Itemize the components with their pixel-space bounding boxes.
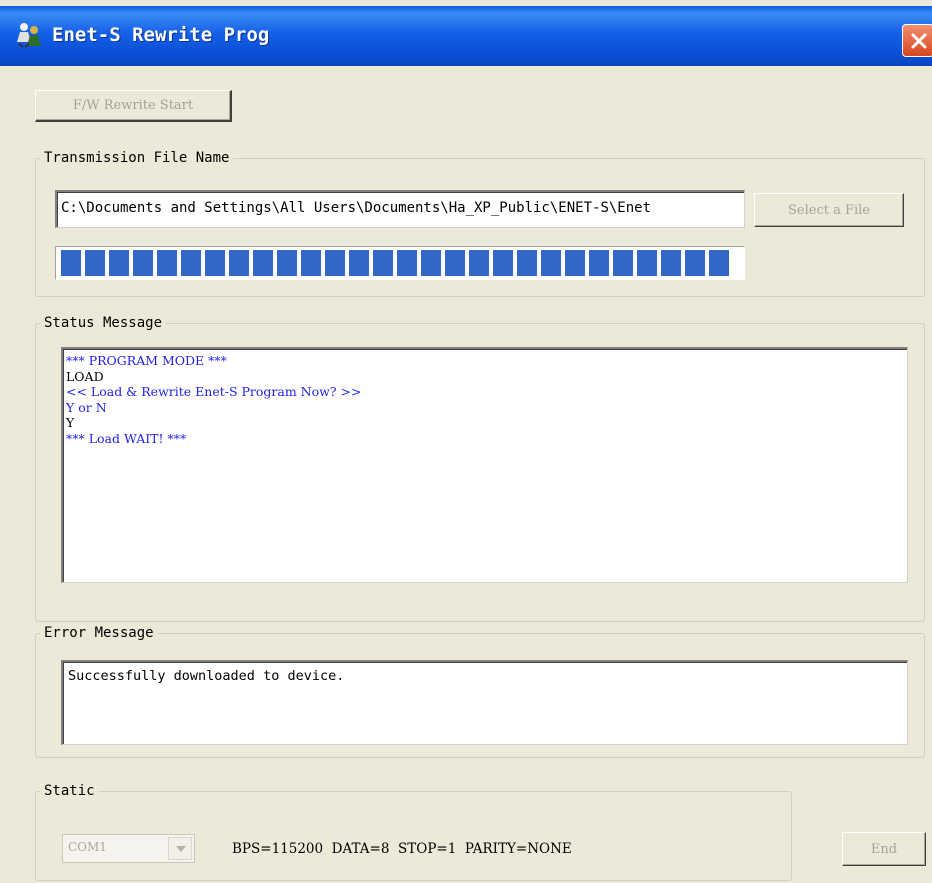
error-text: Successfully downloaded to device.	[68, 668, 345, 684]
progress-segment	[445, 250, 465, 276]
transmission-legend: Transmission File Name	[44, 150, 230, 166]
status-message-box[interactable]: *** PROGRAM MODE *** LOAD << Load & Rewrit…	[61, 347, 908, 583]
title-bar: Enet-S Rewrite Prog	[0, 6, 932, 66]
progress-segment	[277, 250, 297, 276]
progress-segment	[181, 250, 201, 276]
progress-segment	[157, 250, 177, 276]
progress-segment	[637, 250, 657, 276]
status-line: *** Load WAIT! ***	[66, 430, 187, 446]
progress-segment	[109, 250, 129, 276]
progress-segment	[133, 250, 153, 276]
com-port-value: COM1	[68, 840, 107, 854]
close-icon	[911, 33, 927, 49]
error-message-box[interactable]: Successfully downloaded to device.	[61, 660, 908, 745]
combo-dropdown-button[interactable]	[168, 837, 192, 860]
progress-segment	[661, 250, 681, 276]
serial-settings-text: BPS=115200 DATA=8 STOP=1 PARITY=NONE	[232, 841, 572, 857]
progress-segment	[565, 250, 585, 276]
com-port-select[interactable]: COM1	[62, 834, 195, 863]
status-line: *** PROGRAM MODE ***	[66, 353, 227, 368]
status-line: Y	[66, 415, 75, 430]
progress-segment	[349, 250, 369, 276]
progress-segment	[421, 250, 441, 276]
progress-segment	[301, 250, 321, 276]
progress-segment	[229, 250, 249, 276]
static-legend: Static	[44, 783, 95, 799]
progress-segment	[325, 250, 345, 276]
progress-segment	[373, 250, 393, 276]
window-title: Enet-S Rewrite Prog	[52, 24, 270, 46]
progress-segment	[61, 250, 81, 276]
progress-fill	[61, 250, 741, 276]
progress-segment	[205, 250, 225, 276]
select-file-button[interactable]: Select a File	[754, 193, 904, 227]
static-group: Static	[35, 783, 792, 881]
file-path-field[interactable]: C:\Documents and Settings\All Users\Docu…	[55, 190, 745, 228]
progress-bar	[55, 246, 745, 280]
progress-segment	[85, 250, 105, 276]
rewrite-start-button[interactable]: F/W Rewrite Start	[35, 90, 232, 122]
app-people-icon	[14, 20, 44, 48]
progress-segment	[589, 250, 609, 276]
progress-segment	[253, 250, 273, 276]
status-line: << Load & Rewrite Enet-S Program Now? >>	[66, 384, 362, 399]
progress-segment	[397, 250, 417, 276]
progress-segment	[517, 250, 537, 276]
status-line: Y or N	[66, 399, 107, 415]
close-button[interactable]	[902, 24, 932, 57]
error-legend: Error Message	[44, 625, 154, 641]
progress-segment	[541, 250, 561, 276]
chevron-down-icon	[176, 846, 186, 852]
progress-segment	[469, 250, 489, 276]
end-button[interactable]: End	[842, 832, 926, 866]
progress-segment	[493, 250, 513, 276]
progress-segment	[685, 250, 705, 276]
progress-segment	[709, 250, 729, 276]
progress-segment	[613, 250, 633, 276]
rewrite-window: Enet-S Rewrite Prog F/W Rewrite Start Tr…	[0, 0, 932, 883]
status-legend: Status Message	[44, 315, 163, 331]
status-line: LOAD	[66, 368, 104, 384]
